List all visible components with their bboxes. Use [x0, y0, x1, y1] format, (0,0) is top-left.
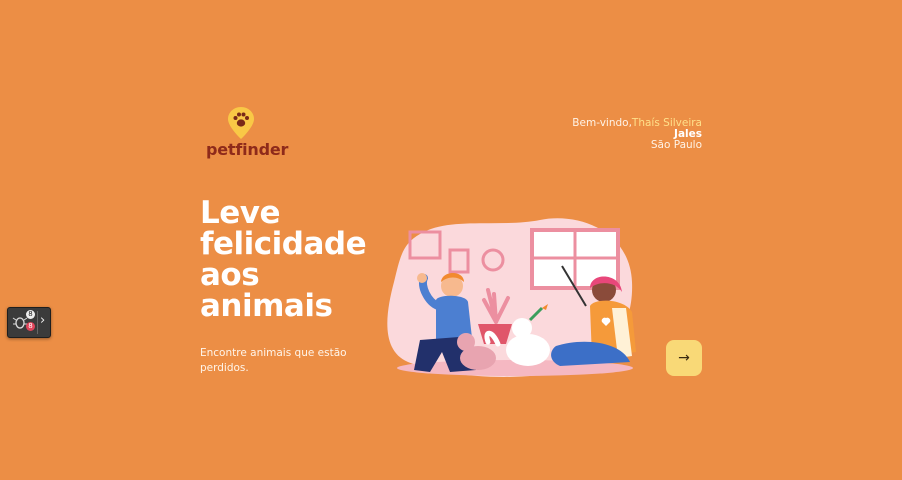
next-button[interactable]: → — [666, 340, 702, 376]
hero-title-line: Leve — [200, 195, 281, 231]
hero-title: Leve felicidade aos animais — [200, 198, 400, 322]
user-info: Bem-vindo,Thaís Silveira Jales São Paulo — [572, 118, 702, 151]
devtools-divider — [37, 311, 38, 334]
paw-pin-icon — [228, 107, 254, 139]
greeting-text: Bem-vindo, — [572, 117, 632, 129]
devtools-badge-bottom: 8 — [26, 322, 35, 331]
hero-subtitle: Encontre animais que estão perdidos. — [200, 347, 347, 374]
devtools-widget[interactable]: 8 8 › — [7, 307, 51, 338]
hero-title-line: felicidade — [200, 226, 367, 262]
user-state: São Paulo — [650, 139, 702, 151]
hero-title-line: aos — [200, 257, 260, 293]
people-with-pets-illustration — [387, 218, 636, 377]
devtools-badge-top: 8 — [26, 310, 35, 319]
hero-title-line: animais — [200, 288, 333, 324]
chevron-right-icon[interactable]: › — [40, 313, 45, 328]
arrow-right-icon: → — [678, 350, 690, 366]
brand-name: petfinder — [206, 140, 289, 159]
brand-logo[interactable]: petfinder — [206, 106, 289, 162]
